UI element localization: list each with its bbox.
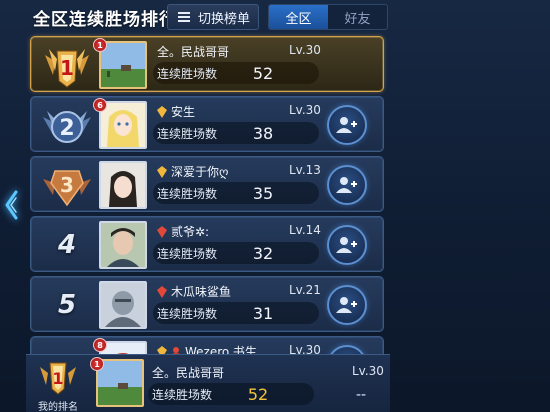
avatar[interactable]: [99, 221, 147, 269]
rank-emblem-bronze: 3: [39, 161, 95, 209]
tab-friends[interactable]: 好友: [328, 5, 387, 29]
player-level: Lv.30: [289, 43, 321, 57]
streak-label: 连续胜场数: [152, 387, 213, 402]
my-streak-value: 52: [247, 384, 269, 404]
rank-number: 2: [59, 116, 74, 141]
player-name: 木瓜味鲨鱼: [157, 283, 231, 300]
rank-tier-icon: [157, 166, 167, 178]
player-level: Lv.13: [289, 163, 321, 177]
leaderboard-row[interactable]: 1 1 全。民战哥哥 Lv.30 连续胜场数 52: [30, 36, 384, 92]
gold-rank-emblem-icon: 1: [45, 49, 89, 88]
avatar-level-badge: 1: [93, 38, 107, 52]
avatar-level-badge: 1: [90, 357, 104, 371]
avatar-level-badge: 6: [93, 98, 107, 112]
tab-all-region[interactable]: 全区: [269, 5, 328, 29]
rank-tier-icon: [157, 286, 167, 298]
leaderboard-screen: 全区连续胜场排行 切换榜单 全区 好友 1 1 全。民战哥哥 Lv.30 连续胜…: [0, 0, 550, 412]
my-rank-number: 1: [52, 369, 63, 388]
streak-value: 31: [252, 303, 274, 323]
player-name-text: 贰爷✲:: [171, 225, 210, 239]
streak-label: 连续胜场数: [157, 246, 218, 261]
bronze-rank-emblem-icon: 3: [43, 170, 91, 207]
avatar-anime-girl-image: [101, 103, 145, 147]
streak-value: 35: [252, 183, 274, 203]
switch-board-label: 切换榜单: [198, 11, 251, 27]
leaderboard-row[interactable]: 4 贰爷✲: Lv.14 连续胜场数 32: [30, 216, 384, 272]
streak-box: 连续胜场数 32: [153, 242, 319, 264]
chevron-left-icon: [5, 190, 18, 220]
player-name: 贰爷✲:: [157, 223, 209, 240]
player-name-text: 安生: [171, 105, 196, 119]
streak-value: 52: [252, 63, 274, 83]
player-name: 安生: [157, 103, 195, 120]
my-streak-box: 连续胜场数 52: [148, 383, 314, 405]
player-name-text: 木瓜味鲨鱼: [171, 285, 232, 299]
avatar-level-badge: 8: [93, 338, 107, 352]
my-extra-value: --: [356, 387, 367, 403]
rank-number: 5: [57, 290, 77, 320]
silver-rank-emblem-icon: 2: [43, 111, 91, 143]
avatar[interactable]: [99, 281, 147, 329]
streak-box: 连续胜场数 38: [153, 122, 319, 144]
streak-value: 38: [252, 123, 274, 143]
avatar-landscape-image: [101, 43, 145, 87]
leaderboard-row[interactable]: 2 6 安生 Lv.30 连续胜场数 38: [30, 96, 384, 152]
my-player-level: Lv.30: [352, 364, 384, 378]
rank-number: 4: [57, 230, 77, 260]
scope-tabs: 全区 好友: [268, 4, 388, 30]
streak-box: 连续胜场数 35: [153, 182, 319, 204]
rank-emblem-gold: 1: [39, 41, 95, 89]
rank-tier-icon: [157, 226, 167, 238]
streak-box: 连续胜场数 52: [153, 62, 319, 84]
streak-label: 连续胜场数: [157, 126, 218, 141]
my-rank-label: 我的排名: [38, 402, 78, 412]
player-name-text: 深爱于你ღ: [171, 165, 229, 179]
rank-number-box: 4: [39, 221, 95, 269]
add-friend-button[interactable]: [327, 165, 367, 205]
switch-board-button[interactable]: 切换榜单: [167, 4, 259, 30]
add-friend-button[interactable]: [327, 105, 367, 145]
rank-number-box: 5: [39, 281, 95, 329]
avatar-sketch-image: [101, 283, 145, 327]
player-level: Lv.30: [289, 103, 321, 117]
add-friend-icon: [336, 117, 357, 133]
leaderboard-row[interactable]: 5 木瓜味鲨鱼 Lv.21 连续胜场数 31: [30, 276, 384, 332]
streak-label: 连续胜场数: [157, 66, 218, 81]
add-friend-button[interactable]: [327, 225, 367, 265]
my-rank-bar: 1 我的排名 1 全。民战哥哥 Lv.30 连续胜场数 52 --: [26, 354, 390, 412]
rank-tier-icon: [157, 106, 167, 118]
gold-rank-emblem-icon: 1: [40, 362, 76, 395]
player-level: Lv.21: [289, 283, 321, 297]
add-friend-icon: [336, 297, 357, 313]
add-friend-icon: [336, 237, 357, 253]
player-name: 深爱于你ღ: [157, 163, 228, 180]
collapse-arrow-button[interactable]: [0, 185, 22, 225]
my-rank-emblem: 1: [36, 357, 80, 397]
page-title: 全区连续胜场排行: [33, 10, 177, 30]
rank-number: 3: [60, 173, 74, 197]
rank-emblem-silver: 2: [39, 101, 95, 149]
streak-value: 32: [252, 243, 274, 263]
avatar[interactable]: [99, 161, 147, 209]
streak-label: 连续胜场数: [157, 306, 218, 321]
streak-box: 连续胜场数 31: [153, 302, 319, 324]
streak-label: 连续胜场数: [157, 186, 218, 201]
list-icon: [178, 12, 190, 22]
avatar-portrait-image: [101, 163, 145, 207]
rank-number: 1: [60, 56, 74, 80]
header-bar: 全区连续胜场排行 切换榜单 全区 好友: [0, 0, 550, 34]
leaderboard-row[interactable]: 3 深爱于你ღ Lv.13 连续胜场数 35: [30, 156, 384, 212]
player-level: Lv.14: [289, 223, 321, 237]
avatar-landscape-image: [98, 361, 142, 405]
add-friend-icon: [336, 177, 357, 193]
player-name: 全。民战哥哥: [157, 45, 230, 59]
add-friend-button[interactable]: [327, 285, 367, 325]
avatar-photo-image: [101, 223, 145, 267]
my-player-name: 全。民战哥哥: [152, 366, 225, 380]
